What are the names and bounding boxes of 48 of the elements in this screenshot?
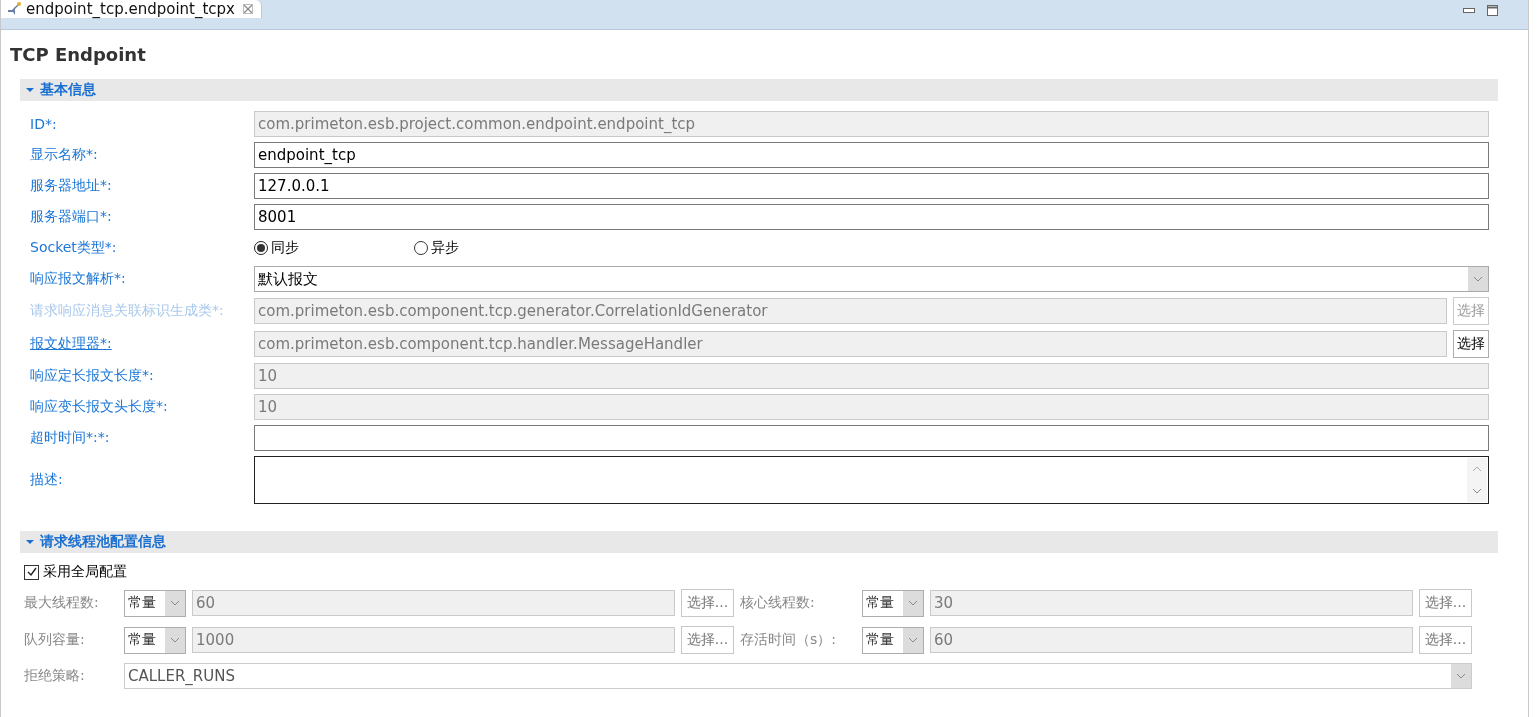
section-header[interactable]: 请求线程池配置信息 bbox=[20, 531, 1498, 553]
field-label: 存活时间（s）: bbox=[740, 631, 837, 649]
field-label: 核心线程数: bbox=[740, 594, 816, 612]
field-label: 拒绝策略: bbox=[24, 667, 86, 685]
field-label: 超时时间*:*: bbox=[30, 429, 110, 447]
chevron-down-icon bbox=[1472, 488, 1482, 494]
field-label: 响应定长报文长度*: bbox=[30, 367, 154, 385]
chevron-down-icon bbox=[1473, 276, 1483, 282]
collapse-arrow-icon bbox=[26, 539, 34, 545]
description-field[interactable] bbox=[254, 456, 1489, 504]
chevron-down-icon bbox=[170, 637, 180, 643]
field-label: 服务器地址*: bbox=[30, 177, 112, 195]
minimize-icon[interactable] bbox=[1463, 7, 1475, 14]
scrollbar[interactable] bbox=[1467, 458, 1487, 502]
editor-tab[interactable]: endpoint_tcp.endpoint_tcpx bbox=[1, 0, 262, 18]
field-label: 最大线程数: bbox=[24, 594, 100, 612]
text-field[interactable]: 127.0.0.1 bbox=[254, 173, 1489, 199]
field-label: 队列容量: bbox=[24, 631, 86, 649]
chevron-down-icon bbox=[908, 637, 918, 643]
section-title: 请求线程池配置信息 bbox=[40, 533, 166, 551]
chevron-down-icon bbox=[1456, 673, 1466, 679]
maximize-icon[interactable] bbox=[1487, 5, 1498, 16]
text-field[interactable] bbox=[254, 425, 1489, 451]
field-label: 响应变长报文头长度*: bbox=[30, 398, 168, 416]
field-label: 请求响应消息关联标识生成类*: bbox=[30, 302, 224, 320]
endpoint-icon bbox=[6, 1, 22, 17]
chevron-down-icon bbox=[908, 600, 918, 606]
field-label: 描述: bbox=[30, 471, 63, 489]
field-label: 服务器端口*: bbox=[30, 208, 112, 226]
chevron-up-icon bbox=[1472, 466, 1482, 472]
text-field[interactable]: 8001 bbox=[254, 204, 1489, 230]
field-label: 显示名称*: bbox=[30, 146, 98, 164]
close-icon[interactable] bbox=[242, 4, 253, 14]
checkbox[interactable]: 采用全局配置 bbox=[24, 563, 1498, 581]
section-title: 基本信息 bbox=[40, 81, 96, 99]
chevron-down-icon bbox=[170, 600, 180, 606]
checkmark-icon bbox=[25, 566, 38, 578]
dropdown[interactable]: 默认报文 bbox=[254, 266, 1489, 292]
field-label: Socket类型*: bbox=[30, 239, 117, 257]
section-header[interactable]: 基本信息 bbox=[20, 79, 1498, 101]
radio-label[interactable]: 异步 bbox=[431, 239, 459, 257]
field-label: ID*: bbox=[30, 116, 57, 132]
text-field[interactable]: endpoint_tcp bbox=[254, 142, 1489, 168]
field-label: 响应报文解析*: bbox=[30, 270, 126, 288]
radio-label[interactable]: 同步 bbox=[271, 239, 299, 257]
collapse-arrow-icon bbox=[26, 87, 34, 93]
tab-title: endpoint_tcp.endpoint_tcpx bbox=[26, 0, 235, 18]
form-title: TCP Endpoint bbox=[10, 43, 147, 67]
